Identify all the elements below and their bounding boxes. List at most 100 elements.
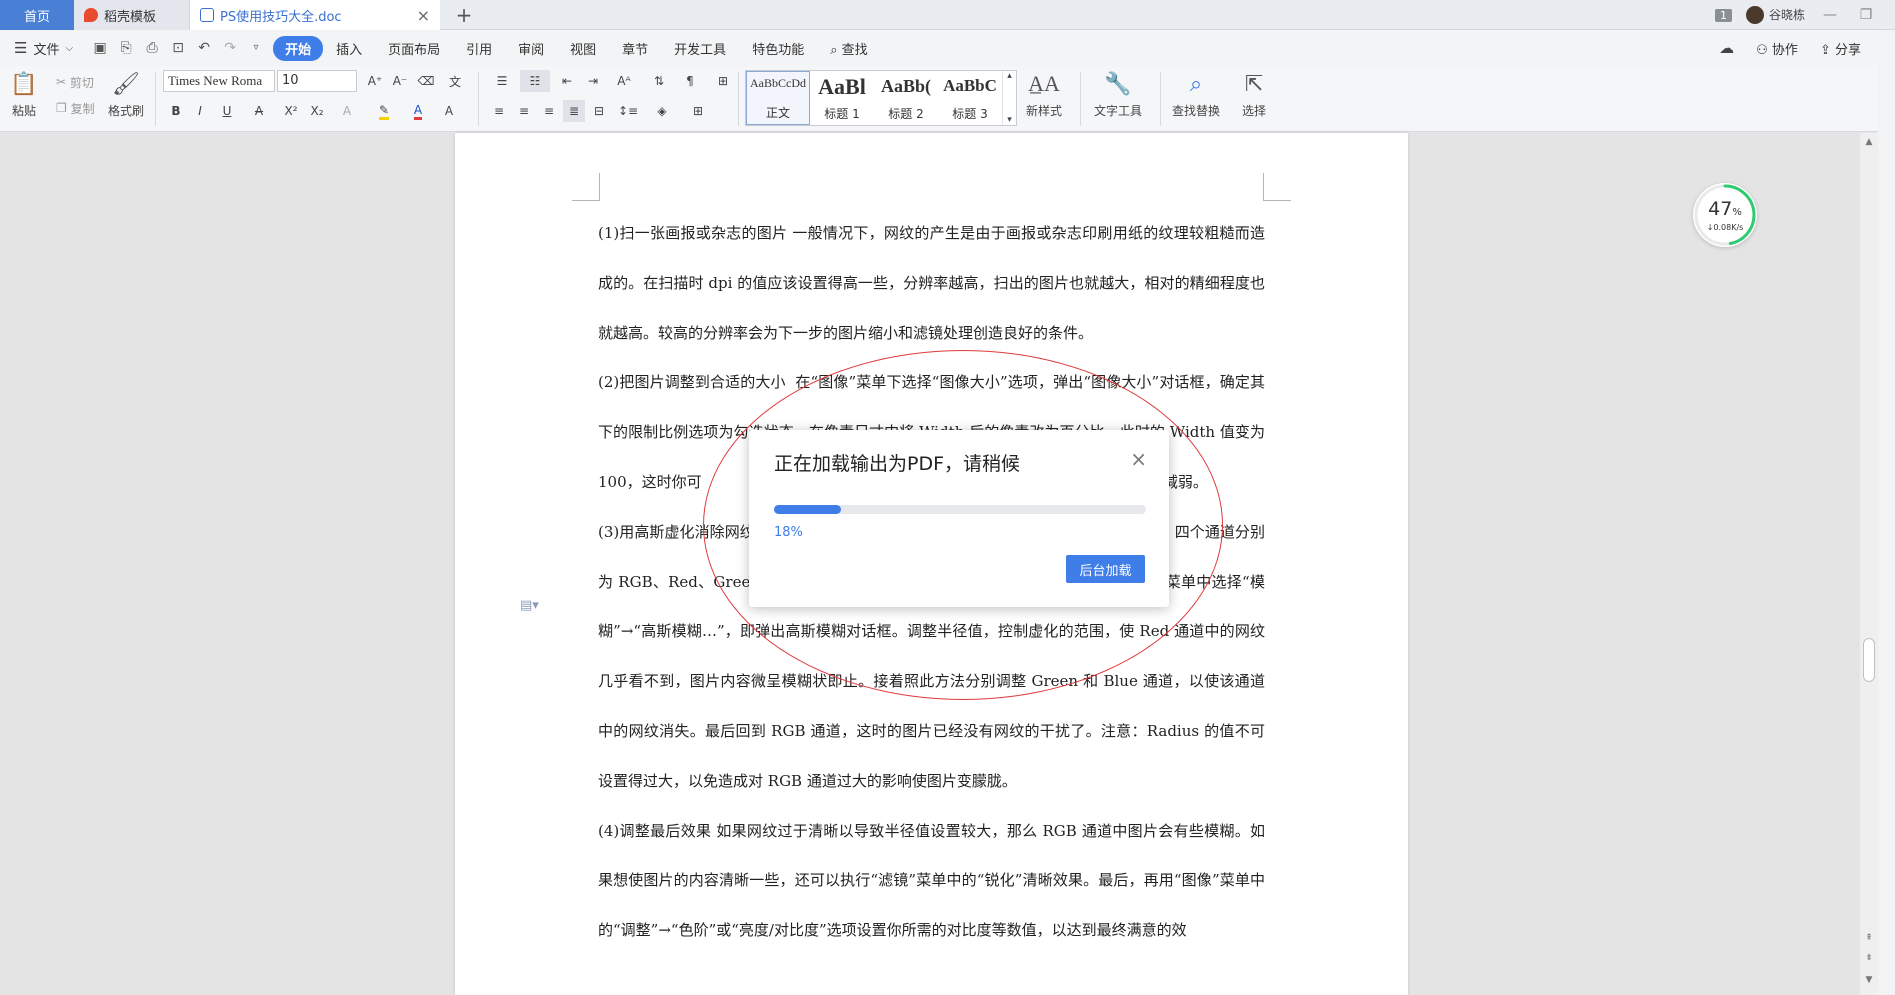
scroll-next-page-icon[interactable]: ⇟ bbox=[1863, 953, 1875, 963]
change-case-icon[interactable]: Aᴬ bbox=[610, 70, 638, 92]
tab-template[interactable]: 稻壳模板 bbox=[74, 0, 190, 30]
numbered-list-icon[interactable]: ☷ bbox=[520, 70, 550, 92]
background-load-button[interactable]: 后台加载 bbox=[1066, 555, 1145, 583]
copy-button[interactable]: ❐ 复制 bbox=[56, 98, 95, 118]
chevron-down-icon: ⌵ bbox=[65, 42, 74, 54]
bullet-list-icon[interactable]: ☰ bbox=[488, 70, 516, 92]
find-replace-button[interactable]: ⌕ 查找替换 bbox=[1172, 70, 1220, 119]
new-style-button[interactable]: A̲A 新样式 bbox=[1026, 70, 1062, 119]
user-account[interactable]: 谷晓栋 bbox=[1745, 6, 1805, 25]
grow-font-icon[interactable]: A⁺ bbox=[364, 70, 386, 92]
menu-review[interactable]: 审阅 bbox=[505, 39, 557, 58]
clear-format-icon[interactable]: ⌫ bbox=[415, 70, 437, 92]
scroll-down-icon[interactable]: ▼ bbox=[1863, 975, 1875, 985]
justify-icon[interactable]: ≣ bbox=[563, 100, 585, 122]
font-color-icon[interactable]: A bbox=[404, 100, 432, 122]
close-tab-icon[interactable]: × bbox=[417, 6, 430, 25]
paragraph-marks-icon[interactable]: ¶ bbox=[676, 70, 704, 92]
dialog-title: 正在加载输出为PDF，请稍候 bbox=[774, 453, 1021, 475]
scrollbar-thumb[interactable] bbox=[1863, 638, 1875, 682]
character-shading-icon[interactable]: A bbox=[438, 100, 460, 122]
style-normal[interactable]: AaBbCcDd 正文 bbox=[746, 71, 810, 125]
line-spacing-icon[interactable]: ↕≡ bbox=[614, 100, 642, 122]
italic-icon[interactable]: I bbox=[190, 100, 210, 122]
menu-insert[interactable]: 插入 bbox=[323, 39, 375, 58]
align-right-icon[interactable]: ≡ bbox=[538, 100, 560, 122]
style-name: 正文 bbox=[765, 106, 790, 120]
phonetic-guide-icon[interactable]: 文 bbox=[442, 70, 468, 92]
progress-percent: 18% bbox=[774, 525, 803, 540]
ribbon: 📋 粘贴 ✂ 剪切 ❐ 复制 🖌 格式刷 Times New Roma 10 A… bbox=[0, 66, 1895, 132]
format-painter-button[interactable]: 🖌 格式刷 bbox=[108, 70, 144, 119]
redo-icon[interactable]: ↷ bbox=[221, 39, 239, 57]
restore-button[interactable]: ❐ bbox=[1855, 7, 1877, 23]
shrink-font-icon[interactable]: A⁻ bbox=[389, 70, 411, 92]
share-label: 分享 bbox=[1834, 42, 1861, 58]
export-icon[interactable]: ⎘ bbox=[117, 39, 135, 57]
cut-button[interactable]: ✂ 剪切 bbox=[56, 72, 94, 92]
highlight-icon[interactable]: ✎ bbox=[370, 100, 398, 122]
minimize-button[interactable]: — bbox=[1819, 7, 1841, 23]
subscript-icon[interactable]: X₂ bbox=[306, 100, 328, 122]
underline-icon[interactable]: U bbox=[214, 100, 240, 122]
style-heading-2[interactable]: AaBb( 标题 2 bbox=[874, 71, 938, 125]
divider bbox=[1160, 72, 1161, 126]
style-heading-3[interactable]: AaBbC 标题 3 bbox=[938, 71, 1002, 125]
menu-special-features[interactable]: 特色功能 bbox=[739, 39, 817, 58]
tab-document[interactable]: PS使用技巧大全.doc × bbox=[190, 0, 440, 30]
right-side-panel[interactable] bbox=[1878, 30, 1895, 995]
paragraph-layout-icon[interactable]: ▤▾ bbox=[520, 598, 539, 613]
font-name-select[interactable]: Times New Roma bbox=[163, 70, 275, 92]
paste-button[interactable]: 📋 粘贴 bbox=[10, 70, 38, 119]
titlebar-right: 1 谷晓栋 — ❐ bbox=[1714, 0, 1895, 30]
tab-document-label: PS使用技巧大全.doc bbox=[220, 9, 342, 25]
customize-quick-access-icon[interactable]: ▿ bbox=[247, 39, 265, 57]
borders-icon[interactable]: ⊞ bbox=[684, 100, 712, 122]
paragraph: (4)调整最后效果 如果网纹过于清晰以导致半径值设置较大，那么 RGB 通道中图… bbox=[598, 821, 1265, 940]
decrease-indent-icon[interactable]: ⇤ bbox=[556, 70, 578, 92]
menu-developer[interactable]: 开发工具 bbox=[661, 39, 739, 58]
scroll-prev-page-icon[interactable]: ⇞ bbox=[1863, 933, 1875, 943]
tab-home[interactable]: 首页 bbox=[0, 0, 74, 30]
menu-right: ☁ ⚇ 协作 ⇪ 分享 bbox=[1719, 30, 1861, 66]
menu-view[interactable]: 视图 bbox=[557, 39, 609, 58]
superscript-icon[interactable]: X² bbox=[280, 100, 302, 122]
table-layout-icon[interactable]: ⊞ bbox=[712, 70, 734, 92]
font-size-select[interactable]: 10 bbox=[277, 70, 357, 92]
file-menu[interactable]: ☰ 文件 ⌵ bbox=[14, 39, 73, 58]
menu-search[interactable]: ⌕ 查找 bbox=[817, 39, 880, 58]
menu-home[interactable]: 开始 bbox=[273, 35, 324, 61]
vertical-scrollbar[interactable]: ▲ ⇞ ⇟ ▼ bbox=[1860, 133, 1878, 995]
scroll-up-icon[interactable]: ▲ bbox=[1863, 137, 1875, 147]
undo-icon[interactable]: ↶ bbox=[195, 39, 213, 57]
save-icon[interactable]: ▣ bbox=[91, 39, 109, 57]
sort-icon[interactable]: ⇅ bbox=[648, 70, 670, 92]
shading-icon[interactable]: ◈ bbox=[648, 100, 676, 122]
cursor-arrow-icon: ⇱ bbox=[1244, 71, 1264, 97]
text-tools-button[interactable]: 🔧 文字工具 bbox=[1094, 70, 1142, 119]
distributed-align-icon[interactable]: ⊟ bbox=[588, 100, 610, 122]
style-heading-1[interactable]: AaBl 标题 1 bbox=[810, 71, 874, 125]
cloud-sync-icon[interactable]: ☁ bbox=[1719, 39, 1734, 57]
menu-page-layout[interactable]: 页面布局 bbox=[375, 39, 453, 58]
menu-section[interactable]: 章节 bbox=[609, 39, 661, 58]
window-count-badge[interactable]: 1 bbox=[1714, 8, 1732, 22]
divider bbox=[738, 72, 739, 126]
strikethrough-icon[interactable]: A bbox=[246, 100, 272, 122]
network-speed-gauge[interactable]: 47% ↓0.08K/s bbox=[1693, 183, 1757, 247]
text-effect-icon[interactable]: A bbox=[334, 100, 360, 122]
print-preview-icon[interactable]: ⊡ bbox=[169, 39, 187, 57]
share-button[interactable]: ⇪ 分享 bbox=[1820, 39, 1861, 58]
select-button[interactable]: ⇱ 选择 bbox=[1240, 70, 1268, 119]
styles-scroll[interactable]: ▴ ▾ bbox=[1002, 71, 1016, 125]
bold-icon[interactable]: B bbox=[166, 100, 186, 122]
word-doc-icon bbox=[200, 8, 214, 22]
collaborate-button[interactable]: ⚇ 协作 bbox=[1756, 39, 1798, 58]
close-icon[interactable]: × bbox=[1130, 447, 1147, 471]
new-tab-button[interactable]: + bbox=[450, 0, 478, 30]
increase-indent-icon[interactable]: ⇥ bbox=[582, 70, 604, 92]
align-left-icon[interactable]: ≡ bbox=[488, 100, 510, 122]
print-icon[interactable]: ⎙ bbox=[143, 39, 161, 57]
align-center-icon[interactable]: ≡ bbox=[513, 100, 535, 122]
menu-references[interactable]: 引用 bbox=[453, 39, 505, 58]
